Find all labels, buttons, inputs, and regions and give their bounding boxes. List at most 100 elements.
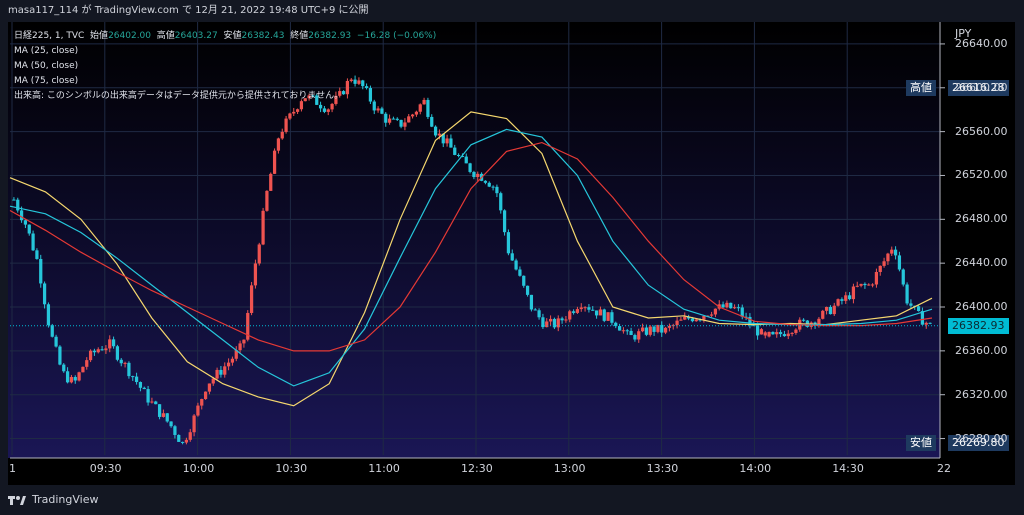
candle-body [821, 310, 825, 319]
close-label: 終値 [290, 31, 309, 41]
candle-body [295, 109, 300, 112]
candle-body [510, 253, 514, 261]
candle-body [545, 321, 549, 328]
candle-body [529, 294, 534, 310]
candle-body [847, 295, 852, 300]
candle-body [284, 118, 288, 132]
x-tick-label: 13:30 [646, 462, 679, 475]
x-tick-label: 11:00 [368, 462, 400, 475]
ma50-legend[interactable]: MA (50, close) [14, 59, 436, 74]
candle-body [100, 349, 104, 351]
brand-name: TradingView [32, 493, 99, 506]
candle-body [380, 108, 384, 114]
candle-body [874, 271, 879, 285]
candle-body [111, 339, 116, 347]
change-value: −16.28 (−0.06%) [356, 31, 437, 41]
candle-body [893, 249, 898, 256]
low-tag-label: 安値 [906, 435, 936, 451]
candle-body [169, 421, 173, 427]
candle-body [560, 318, 564, 321]
candle-body [54, 336, 58, 347]
candle-body [667, 326, 672, 328]
candle-body [318, 104, 323, 109]
candle-body [491, 186, 495, 188]
candle-body [472, 171, 476, 177]
candle-body [591, 309, 595, 311]
candle-body [23, 220, 28, 225]
candle-body [192, 415, 196, 433]
y-tick-label: 26280.00 [955, 431, 1008, 445]
candle-body [269, 173, 273, 191]
candle-body [399, 119, 403, 127]
candle-body [890, 249, 894, 254]
candle-body [161, 413, 166, 417]
candle-body [449, 138, 453, 148]
candle-body [242, 339, 246, 344]
candle-body [767, 331, 771, 337]
candle-body [537, 310, 541, 318]
candle-body [725, 302, 729, 308]
candle-body [177, 434, 181, 442]
low-value: 26382.43 [241, 31, 285, 41]
candle-body [502, 210, 507, 233]
candle-body [836, 299, 840, 306]
x-tick-label: 10:00 [182, 462, 215, 475]
candle-body [464, 156, 468, 164]
candle-body [637, 331, 641, 340]
candle-body [924, 322, 928, 325]
candle-body [840, 299, 844, 301]
candle-body [42, 283, 47, 305]
candle-body [12, 199, 16, 201]
candle-body [184, 439, 189, 443]
candle-body [456, 154, 461, 156]
candle-body [844, 295, 848, 301]
candle-body [108, 339, 112, 349]
candle-body [46, 304, 51, 326]
candle-body [453, 147, 457, 155]
candle-body [629, 330, 633, 336]
candle-body [794, 329, 798, 333]
candle-body [801, 319, 806, 321]
candle-body [430, 116, 434, 127]
candle-body [610, 312, 614, 323]
candle-body [265, 190, 269, 211]
candle-body [69, 377, 74, 383]
candle-body [35, 250, 39, 259]
high-value: 26403.27 [174, 31, 218, 41]
candle-body [771, 331, 775, 335]
candle-body [713, 308, 718, 315]
candle-body [606, 312, 610, 321]
candle-body [468, 163, 472, 172]
ma75-legend[interactable]: MA (75, close) [14, 74, 436, 89]
candle-body [587, 307, 591, 310]
candle-body [445, 138, 449, 144]
candle-body [583, 307, 587, 309]
candle-body [387, 118, 392, 123]
candle-body [173, 426, 177, 435]
candle-body [403, 122, 407, 127]
candle-body [832, 305, 836, 315]
x-tick-label: 14:00 [739, 462, 772, 475]
candle-body [280, 131, 284, 139]
candle-body [878, 265, 882, 272]
ma25-legend[interactable]: MA (25, close) [14, 44, 436, 59]
y-tick-label: 26400.00 [955, 300, 1008, 313]
tradingview-brand[interactable]: TradingView [8, 493, 98, 506]
y-tick-label: 26600.00 [955, 80, 1008, 94]
candle-body [855, 285, 859, 287]
candle-body [732, 307, 737, 309]
candle-body [150, 401, 154, 403]
candle-body [598, 309, 603, 316]
candle-body [721, 304, 725, 308]
candle-body [518, 269, 522, 276]
candle-body [663, 327, 668, 333]
candle-body [702, 315, 706, 320]
high-tag-label: 高値 [906, 80, 936, 96]
candle-body [652, 326, 656, 332]
candle-body [694, 319, 698, 322]
candle-body [123, 362, 127, 364]
candle-body [81, 366, 85, 373]
candle-body [928, 322, 932, 324]
chart-legend: 日経225, 1, TVC 始値26402.00 高値26403.27 安値26… [14, 29, 436, 104]
y-tick-label: 26360.00 [955, 343, 1008, 357]
